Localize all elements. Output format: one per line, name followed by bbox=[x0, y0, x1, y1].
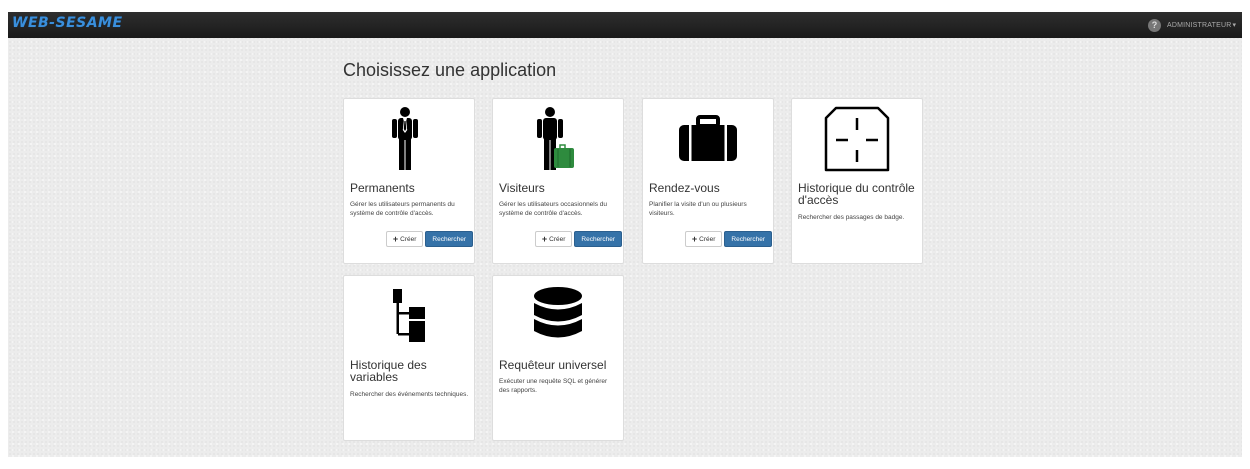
card-description: Gérer les utilisateurs permanents du sys… bbox=[350, 201, 455, 217]
person-icon bbox=[344, 99, 474, 179]
create-button[interactable]: + Créer bbox=[385, 231, 424, 247]
app-frame: WEB-SESAME ? ADMINISTRATEUR ▾ Choisissez… bbox=[8, 12, 1242, 457]
search-label: Rechercher bbox=[581, 235, 615, 243]
page-title: Choisissez une application bbox=[343, 60, 557, 80]
app-logo[interactable]: WEB-SESAME bbox=[12, 15, 123, 31]
user-menu[interactable]: ? ADMINISTRATEUR ▾ bbox=[1147, 17, 1236, 33]
app-card-permanents[interactable]: Permanents Gérer les utilisateurs perman… bbox=[343, 98, 475, 264]
search-label: Rechercher bbox=[432, 235, 466, 243]
search-button[interactable]: Rechercher bbox=[724, 231, 772, 247]
card-description: Gérer les utilisateurs occasionnels du s… bbox=[499, 201, 608, 217]
app-card-visiteurs[interactable]: Visiteurs Gérer les utilisateurs occasio… bbox=[492, 98, 624, 264]
badge-reader-icon bbox=[792, 99, 922, 179]
create-label: Créer bbox=[400, 235, 417, 243]
card-description: Rechercher des passages de badge. bbox=[798, 214, 905, 221]
plus-icon: + bbox=[541, 234, 548, 244]
search-button[interactable]: Rechercher bbox=[425, 231, 473, 247]
create-button[interactable]: + Créer bbox=[684, 231, 723, 247]
app-card-rendez-vous[interactable]: Rendez-vous Planifier la visite d'un ou … bbox=[642, 98, 774, 264]
app-card-historique-controle-acces[interactable]: Historique du contrôle d'accès Recherche… bbox=[791, 98, 923, 264]
chevron-down-icon[interactable]: ▾ bbox=[1232, 21, 1236, 29]
create-label: Créer bbox=[699, 235, 716, 243]
app-card-requeteur-universel[interactable]: Requêteur universel Exécuter une requête… bbox=[492, 275, 624, 441]
card-title: Visiteurs bbox=[499, 181, 545, 195]
card-description: Rechercher des événements techniques. bbox=[350, 391, 469, 398]
card-title: Rendez-vous bbox=[649, 181, 720, 195]
search-label: Rechercher bbox=[731, 235, 765, 243]
card-description: Planifier la visite d'un ou plusieurs vi… bbox=[649, 201, 747, 217]
search-button[interactable]: Rechercher bbox=[574, 231, 622, 247]
user-name[interactable]: ADMINISTRATEUR bbox=[1167, 22, 1232, 29]
top-navbar: WEB-SESAME ? ADMINISTRATEUR ▾ bbox=[8, 12, 1242, 38]
app-card-historique-variables[interactable]: Historique des variables Rechercher des … bbox=[343, 275, 475, 441]
plus-icon: + bbox=[691, 234, 698, 244]
card-title: Historique du contrôle d'accès bbox=[798, 181, 915, 207]
create-label: Créer bbox=[549, 235, 566, 243]
help-icon[interactable]: ? bbox=[1147, 18, 1161, 32]
card-description: Exécuter une requête SQL et générer des … bbox=[499, 378, 608, 394]
card-title: Requêteur universel bbox=[499, 358, 607, 372]
plus-icon: + bbox=[392, 234, 399, 244]
create-button[interactable]: + Créer bbox=[534, 231, 573, 247]
briefcase-icon bbox=[643, 99, 773, 179]
database-icon bbox=[493, 276, 623, 356]
tree-icon bbox=[344, 276, 474, 356]
card-title: Historique des variables bbox=[350, 358, 427, 384]
visitor-icon bbox=[493, 99, 623, 179]
card-title: Permanents bbox=[350, 181, 415, 195]
